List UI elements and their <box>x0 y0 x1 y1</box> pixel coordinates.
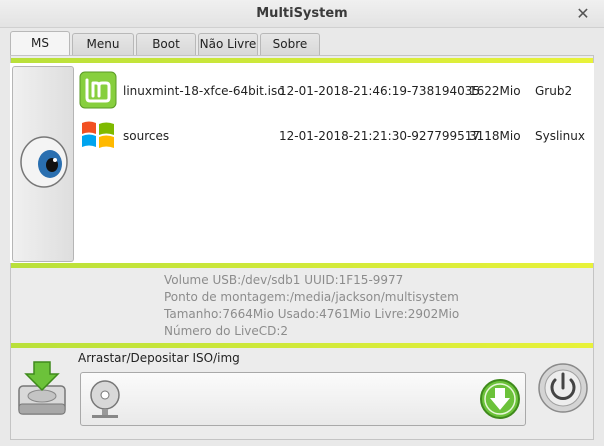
drop-label: Arrastar/Depositar ISO/img <box>78 351 240 365</box>
volume-info: Volume USB:/dev/sdb1 UUID:1F15-9977 Pont… <box>164 272 459 340</box>
eye-icon <box>20 136 68 188</box>
window-title: MultiSystem <box>256 6 348 21</box>
tab-sobre[interactable]: Sobre <box>260 33 320 55</box>
view-button[interactable] <box>12 66 74 262</box>
install-button[interactable] <box>15 360 69 421</box>
tab-menu[interactable]: Menu <box>72 33 134 55</box>
volume-label: Volume USB:/dev/sdb1 UUID:1F15-9977 <box>164 273 404 287</box>
entry-name: linuxmint-18-xfce-64bit.iso <box>123 84 285 98</box>
entry-date: 12-01-2018-21:21:30-927799517 <box>279 129 481 143</box>
power-icon <box>538 363 588 413</box>
close-icon[interactable]: ✕ <box>574 5 592 23</box>
window-titlebar: MultiSystem ✕ <box>0 0 604 28</box>
tab-nao-livre[interactable]: Não Livre <box>198 33 258 55</box>
middle-accent-bar <box>11 263 593 268</box>
mount-point-label: Ponto de montagem:/media/jackson/multisy… <box>164 290 459 304</box>
list-item[interactable]: sources 12-01-2018-21:21:30-927799517 31… <box>78 115 588 155</box>
bottom-accent-bar <box>11 343 593 348</box>
tab-ms[interactable]: MS <box>10 31 70 56</box>
iso-drop-zone[interactable] <box>80 372 526 426</box>
entry-size: 3118Mio <box>469 129 521 143</box>
entry-bootloader: Syslinux <box>535 129 585 143</box>
windows-logo-icon <box>78 115 118 155</box>
hard-drive-install-icon <box>18 361 66 415</box>
tab-boot[interactable]: Boot <box>136 33 196 55</box>
download-arrow-icon[interactable] <box>479 378 521 420</box>
power-button[interactable] <box>537 362 589 417</box>
linux-mint-logo-icon <box>78 70 118 110</box>
entry-bootloader: Grub2 <box>535 84 573 98</box>
list-item[interactable]: linuxmint-18-xfce-64bit.iso 12-01-2018-2… <box>78 70 588 110</box>
entry-size: 1622Mio <box>469 84 521 98</box>
size-label: Tamanho:7664Mio Usado:4761Mio Livre:2902… <box>164 307 460 321</box>
entry-date: 12-01-2018-21:46:19-738194035 <box>279 84 481 98</box>
livecd-count-label: Número do LiveCD:2 <box>164 324 289 338</box>
entry-name: sources <box>123 129 170 143</box>
cd-drive-icon <box>90 380 120 418</box>
